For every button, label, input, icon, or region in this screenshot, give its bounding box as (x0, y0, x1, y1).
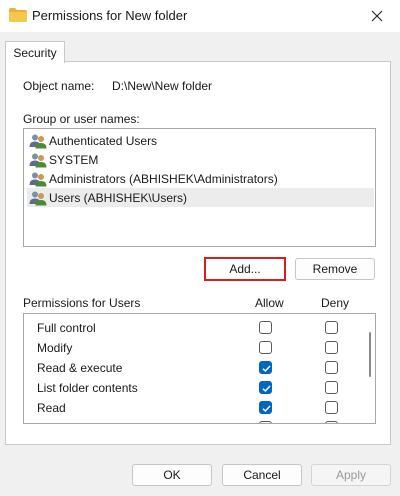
deny-checkbox-partial[interactable] (325, 421, 338, 423)
permission-row-full-control: Full control (24, 318, 364, 338)
list-item-administrators[interactable]: Administrators (ABHISHEK\Administrators) (27, 169, 374, 188)
list-item-label: Administrators (ABHISHEK\Administrators) (49, 171, 278, 186)
group-names-label: Group or user names: (23, 112, 140, 126)
scrollbar-thumb[interactable] (369, 332, 371, 377)
permission-row-list-folder-contents: List folder contents (24, 378, 364, 398)
list-item-label: Users (ABHISHEK\Users) (49, 190, 188, 205)
tab-strip: Security (0, 32, 400, 63)
checkmark-icon (262, 385, 271, 393)
allow-checkbox-read-execute[interactable] (259, 361, 272, 374)
deny-checkbox-read[interactable] (325, 401, 338, 414)
close-button[interactable] (354, 0, 400, 32)
list-item-system[interactable]: SYSTEM (27, 150, 374, 169)
list-item-users[interactable]: Users (ABHISHEK\Users) (27, 188, 374, 207)
folder-icon (9, 8, 27, 22)
allow-checkbox-partial[interactable] (259, 421, 272, 423)
permission-row-read-execute: Read & execute (24, 358, 364, 378)
allow-column-header: Allow (255, 296, 284, 310)
permission-name: Full control (37, 321, 96, 335)
cancel-button[interactable]: Cancel (222, 464, 302, 486)
users-group-icon (29, 153, 47, 167)
deny-checkbox-modify[interactable] (325, 341, 338, 354)
list-item-authenticated-users[interactable]: Authenticated Users (27, 131, 374, 150)
permissions-header: Permissions for Users (23, 296, 141, 310)
list-item-label: SYSTEM (49, 152, 99, 167)
permission-row-modify: Modify (24, 338, 364, 358)
permissions-list[interactable]: Full control Modify Read & execute List … (23, 313, 376, 424)
users-group-icon (29, 172, 47, 186)
tab-security[interactable]: Security (5, 41, 65, 63)
remove-button[interactable]: Remove (295, 258, 375, 280)
permission-name: Read (37, 401, 66, 415)
deny-checkbox-read-execute[interactable] (325, 361, 338, 374)
permission-row-read: Read (24, 398, 364, 418)
users-group-icon (29, 134, 47, 148)
checkmark-icon (262, 405, 271, 413)
ok-button[interactable]: OK (132, 464, 212, 486)
list-item-label: Authenticated Users (49, 133, 158, 148)
add-button[interactable]: Add... (204, 257, 286, 281)
title-bar: Permissions for New folder (0, 0, 400, 32)
allow-checkbox-list-folder-contents[interactable] (259, 381, 272, 394)
checkmark-icon (262, 365, 271, 373)
object-name-value: D:\New\New folder (112, 79, 213, 93)
apply-button[interactable]: Apply (311, 464, 391, 486)
permission-name: Modify (37, 341, 73, 355)
allow-checkbox-read[interactable] (259, 401, 272, 414)
permission-name: List folder contents (37, 381, 138, 395)
group-user-list[interactable]: Authenticated Users SYSTEM Administrator… (23, 128, 376, 247)
allow-checkbox-full-control[interactable] (259, 321, 272, 334)
permission-row-partial (24, 418, 364, 423)
window-title: Permissions for New folder (32, 8, 188, 23)
object-name-label: Object name: (23, 79, 95, 93)
close-icon (371, 10, 383, 22)
users-group-icon (29, 191, 47, 205)
allow-checkbox-modify[interactable] (259, 341, 272, 354)
deny-checkbox-list-folder-contents[interactable] (325, 381, 338, 394)
deny-column-header: Deny (321, 296, 350, 310)
permission-name: Read & execute (37, 361, 123, 375)
deny-checkbox-full-control[interactable] (325, 321, 338, 334)
